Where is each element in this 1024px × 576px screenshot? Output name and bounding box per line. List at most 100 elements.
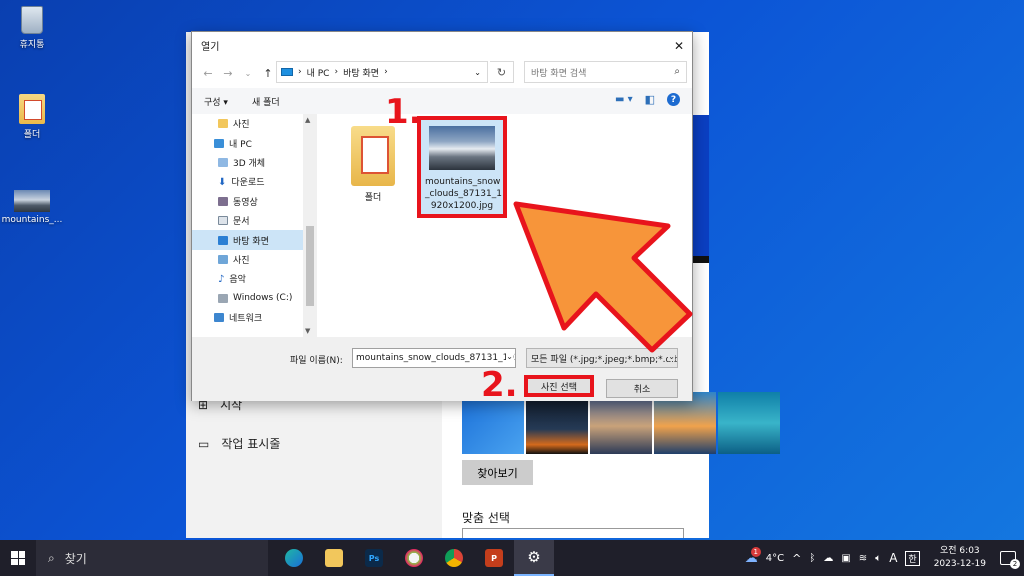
chevron-down-icon[interactable]: ▼	[305, 327, 310, 335]
settings-nav-taskbar[interactable]: ▭ 작업 표시줄	[198, 435, 280, 452]
taskbar-app-chrome[interactable]	[434, 540, 474, 576]
cloud-icon[interactable]: ☁	[823, 553, 833, 564]
chevron-down-icon[interactable]: ⌄	[238, 69, 258, 78]
up-arrow-icon[interactable]: ↑	[258, 67, 278, 80]
taskbar-app-photoshop[interactable]: Ps	[354, 540, 394, 576]
taskbar-search[interactable]: ⌕ 찾기	[36, 540, 268, 576]
forward-arrow-icon[interactable]: →	[218, 67, 238, 80]
desktop-icon-label: 폴더	[23, 130, 41, 140]
recent-image-thumb[interactable]	[590, 392, 652, 454]
nav-item-label: 동영상	[233, 197, 258, 208]
computer-icon	[281, 68, 293, 76]
nav-item-desktop[interactable]: 바탕 화면	[192, 230, 316, 250]
ime-mode[interactable]: A	[889, 551, 897, 565]
file-item-image-selected[interactable]: mountains_snow _clouds_87131_1 920x1200.…	[417, 116, 507, 218]
ime-hangul[interactable]: 한	[905, 550, 920, 566]
refresh-button[interactable]: ↻	[490, 61, 514, 83]
view-controls: ▬ ▾ ◧ ?	[615, 93, 680, 106]
address-bar[interactable]: › 내 PC › 바탕 화면 › ⌄	[276, 61, 488, 83]
nav-scrollbar[interactable]: ▲ ▼	[303, 114, 317, 337]
fit-select[interactable]	[462, 528, 684, 538]
nav-item-documents[interactable]: 문서	[192, 211, 316, 230]
chevron-right-icon: ›	[334, 67, 339, 77]
chevron-right-icon: ›	[298, 67, 302, 77]
taskbar-app-settings[interactable]: ⚙	[514, 540, 554, 576]
close-icon[interactable]: ✕	[666, 32, 692, 59]
chevron-up-icon[interactable]: ▲	[305, 116, 310, 124]
organize-label: 구성	[204, 97, 221, 108]
taskbar-app-edge[interactable]	[274, 540, 314, 576]
clock[interactable]: 오전 6:03 2023-12-19	[934, 545, 986, 571]
start-button[interactable]	[0, 540, 36, 576]
file-name-line: _clouds_87131_1	[425, 189, 502, 199]
wifi-icon[interactable]: ≋	[859, 553, 867, 564]
chevron-down-icon[interactable]: ⌄	[474, 68, 481, 77]
image-thumbnail	[429, 126, 495, 170]
command-bar: 구성 ▾ 새 폴더 ▬ ▾ ◧ ?	[192, 88, 692, 114]
file-item-folder[interactable]: 폴더	[334, 126, 412, 204]
breadcrumb-item[interactable]: 내 PC	[307, 66, 330, 79]
taskbar-app-explorer[interactable]	[314, 540, 354, 576]
nav-item-label: 바탕 화면	[233, 236, 269, 247]
fit-label: 맞춤 선택	[462, 511, 510, 525]
filename-label: 파일 이름(N):	[290, 356, 343, 366]
drive-icon	[218, 293, 228, 303]
cancel-button[interactable]: 취소	[606, 379, 678, 398]
computer-icon	[214, 138, 224, 148]
back-arrow-icon[interactable]: ←	[198, 67, 218, 80]
address-row: ← → ⌄ ↑ › 내 PC › 바탕 화면 › ⌄ ↻ 바탕 화면 검색 ⌕	[192, 61, 692, 85]
weather-badge: 1	[750, 546, 761, 557]
folder-icon	[351, 126, 395, 186]
nav-item-this-pc[interactable]: 내 PC	[192, 133, 316, 152]
step-2-label: 2.	[481, 365, 518, 405]
nav-item-label: 3D 개체	[233, 158, 266, 169]
scrollbar-thumb[interactable]	[306, 226, 314, 306]
preview-pane-icon[interactable]: ◧	[645, 93, 655, 106]
desktop-icon-image[interactable]: mountains_...	[0, 190, 64, 225]
nav-item-downloads[interactable]: ⬇ 다운로드	[192, 172, 316, 191]
desktop-icon	[218, 235, 228, 245]
nav-item-videos[interactable]: 동영상	[192, 192, 316, 211]
view-mode-icon[interactable]: ▬ ▾	[615, 94, 633, 105]
display-icon[interactable]: ▣	[841, 553, 850, 564]
recent-image-thumb[interactable]	[718, 392, 780, 454]
navigation-pane: 사진 내 PC 3D 개체 ⬇ 다운로드 동영상 문서 바탕 화면 사진 ♪ 음…	[192, 114, 317, 337]
recent-image-thumb[interactable]	[526, 392, 588, 454]
taskbar-app-powerpoint[interactable]: P	[474, 540, 514, 576]
filename-value: mountains_snow_clouds_87131_1920x1200.jp…	[356, 353, 515, 363]
browse-button[interactable]: 찾아보기	[462, 460, 533, 485]
nav-item-pictures[interactable]: 사진	[192, 250, 316, 269]
search-icon: ⌕	[48, 550, 55, 565]
volume-icon[interactable]: 🔈︎	[875, 553, 881, 564]
nav-item-network[interactable]: 네트워크	[192, 308, 316, 327]
organize-button[interactable]: 구성 ▾	[192, 95, 240, 108]
nav-item-label: 사진	[233, 120, 250, 131]
nav-item-drive-c[interactable]: Windows (C:)	[192, 289, 316, 308]
file-explorer-icon	[325, 549, 343, 567]
taskbar-app-paint[interactable]	[394, 540, 434, 576]
taskbar-icon: ▭	[198, 436, 210, 451]
bluetooth-icon[interactable]: ᛒ	[809, 553, 815, 564]
file-name: 폴더	[364, 193, 382, 203]
system-tray: ☁ 1 4°C ^ ᛒ ☁ ▣ ≋ 🔈︎ A 한 오전 6:03 2023-12…	[745, 540, 1024, 576]
select-photo-button[interactable]: 사진 선택	[524, 375, 594, 397]
help-icon[interactable]: ?	[667, 93, 680, 106]
weather-widget[interactable]: ☁ 1	[745, 546, 761, 566]
notification-icon[interactable]: 2	[1000, 551, 1020, 569]
folder-icon	[19, 94, 45, 124]
settings-nav-label: 작업 표시줄	[221, 437, 281, 451]
nav-item-music[interactable]: ♪ 음악	[192, 269, 316, 288]
new-folder-button[interactable]: 새 폴더	[240, 95, 292, 108]
chevron-up-icon[interactable]: ^	[792, 552, 801, 565]
recent-image-thumb[interactable]	[654, 392, 716, 454]
desktop-icon-folder[interactable]: 폴더	[0, 94, 64, 140]
pointer-arrow-icon	[513, 201, 693, 353]
clock-time: 오전 6:03	[940, 546, 980, 556]
search-input[interactable]: 바탕 화면 검색 ⌕	[524, 61, 687, 83]
nav-item-pictures-quick[interactable]: 사진	[192, 114, 316, 133]
desktop-icon-recycle-bin[interactable]: 휴지통	[0, 6, 64, 50]
network-icon	[214, 313, 224, 323]
breadcrumb-item[interactable]: 바탕 화면	[343, 66, 379, 79]
nav-item-label: 내 PC	[229, 139, 252, 150]
nav-item-3d-objects[interactable]: 3D 개체	[192, 153, 316, 172]
